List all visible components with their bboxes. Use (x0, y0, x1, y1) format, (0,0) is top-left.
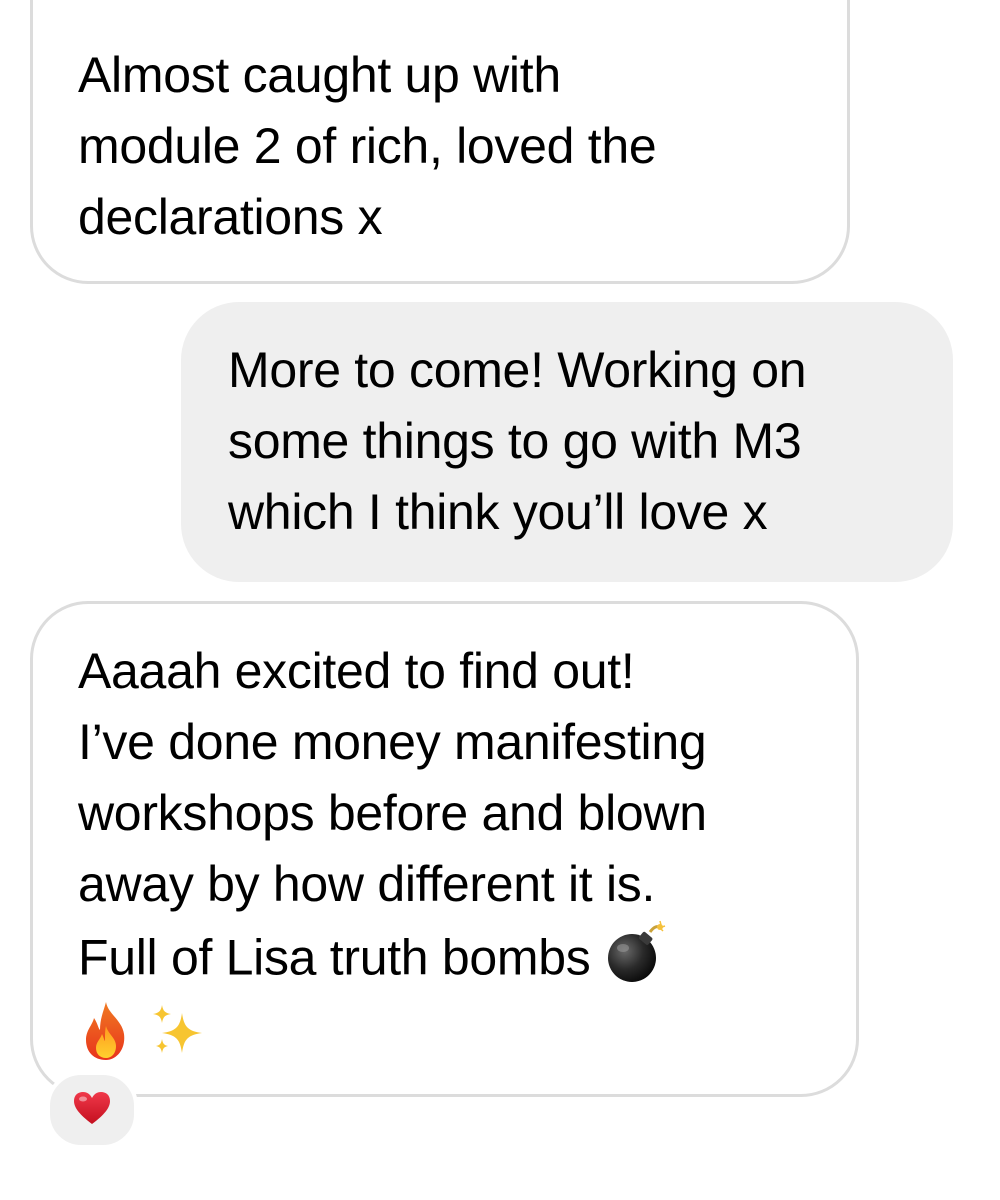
message-bubble-outgoing[interactable]: More to come! Working on some things to … (181, 302, 953, 582)
message-text-line: Aaaah excited to find out! (78, 643, 635, 699)
reaction-badge[interactable] (46, 1071, 138, 1149)
message-text-line: Full of Lisa truth bombs (78, 920, 856, 1003)
sparkles-emoji-icon (148, 1001, 208, 1080)
message-text-line: workshops before and blown (78, 785, 707, 841)
message-bubble-incoming[interactable]: Almost caught up with module 2 of rich, … (30, 0, 850, 284)
bomb-emoji-icon (604, 920, 666, 1003)
emoji-row (78, 1002, 856, 1076)
message-bubble-incoming[interactable]: Aaaah excited to find out! I’ve done mon… (30, 601, 859, 1097)
message-text-segment: Full of Lisa truth bombs (78, 929, 591, 986)
message-text-line: module 2 of rich, loved the (78, 118, 657, 174)
red-heart-icon (72, 1090, 112, 1131)
message-text-line: Almost caught up with (78, 47, 561, 103)
message-text-line: which I think you’ll love x (228, 484, 768, 540)
message-text-line: More to come! Working on (228, 342, 807, 398)
message-text-line: some things to go with M3 (228, 413, 802, 469)
message-text-line: declarations x (78, 189, 383, 245)
message-text-line: away by how different it is. (78, 856, 656, 912)
fire-emoji-icon (78, 1000, 134, 1081)
message-text-line: I’ve done money manifesting (78, 714, 707, 770)
